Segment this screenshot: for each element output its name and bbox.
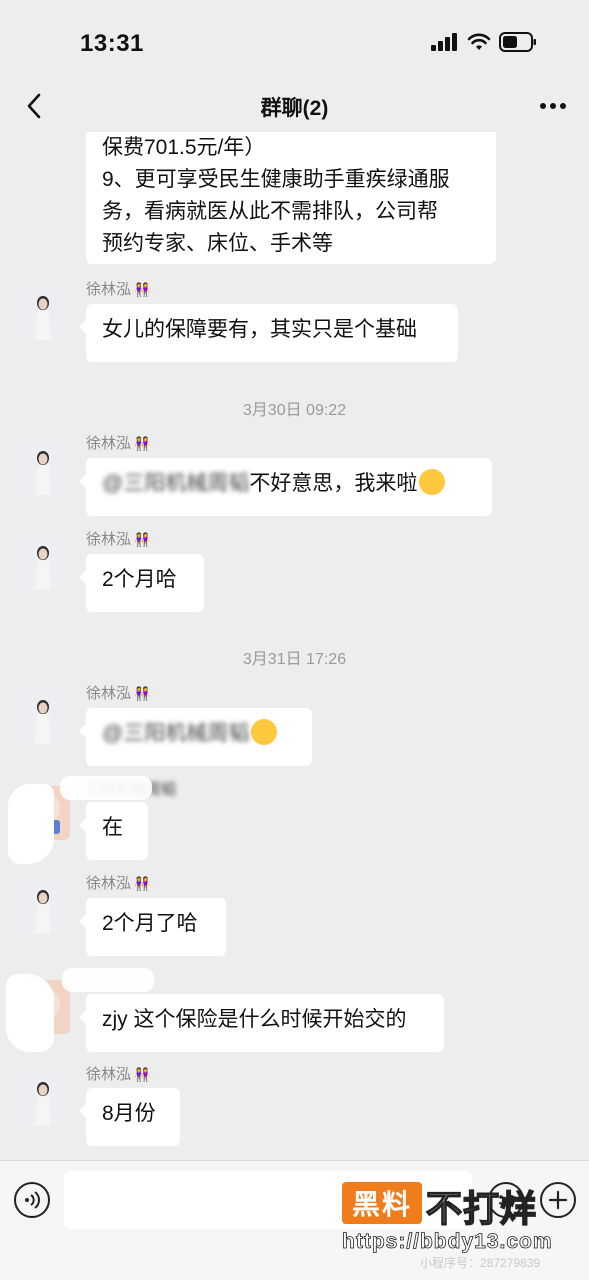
message-bubble[interactable]: 2个月哈 xyxy=(79,554,204,612)
avatar[interactable] xyxy=(16,880,70,934)
sender-name: 徐林泓 👭 xyxy=(86,530,150,550)
message-bubble[interactable]: 8月份 xyxy=(79,1088,180,1146)
watermark-logo: 黑料 xyxy=(342,1182,422,1224)
sender-name: 徐林泓 👭 xyxy=(86,874,150,894)
avatar[interactable] xyxy=(16,1072,70,1126)
message-text: 务，看病就医从此不需排队，公司帮 xyxy=(102,200,438,223)
sender-name-text: 徐林泓 xyxy=(86,281,132,298)
person-photo-icon xyxy=(16,536,70,590)
redaction-scribble xyxy=(8,784,54,864)
twins-emoji-icon: 👭 xyxy=(134,532,151,547)
sender-name-text: 徐林泓 xyxy=(86,435,132,452)
person-photo-icon xyxy=(16,690,70,744)
watermark-text: 不打烊 xyxy=(425,1187,538,1230)
message-bubble[interactable]: 保费701.5元/年） 9、更可享受民生健康助手重疾绿通服 务，看病就医从此不需… xyxy=(86,132,496,264)
sender-name: 徐林泓 👭 xyxy=(86,684,150,704)
redaction-patch xyxy=(60,776,152,800)
sender-name: 徐林泓 👭 xyxy=(86,1065,150,1085)
person-photo-icon xyxy=(16,1072,70,1126)
redaction-scribble xyxy=(6,974,54,1052)
message-text: 在 xyxy=(102,816,123,839)
timestamp: 3月31日 17:26 xyxy=(242,651,347,668)
timestamp: 3月30日 09:22 xyxy=(242,402,347,419)
status-bar: 13:31 xyxy=(0,0,589,80)
message-text: 8月份 xyxy=(102,1102,156,1125)
message-text: 保费701.5元/年） xyxy=(102,136,266,159)
mention-redacted: @三阳机械周韬 xyxy=(102,722,250,745)
redaction-patch xyxy=(62,968,154,992)
message-text: 2个月了哈 xyxy=(102,912,198,935)
sender-name: 徐林泓 👭 xyxy=(86,434,150,454)
battery-icon xyxy=(499,32,536,52)
message-text: 不好意思，我来啦 xyxy=(249,472,418,495)
twins-emoji-icon: 👭 xyxy=(134,686,151,701)
avatar[interactable] xyxy=(16,286,70,340)
avatar[interactable] xyxy=(16,441,70,495)
avatar[interactable] xyxy=(16,690,70,744)
chat-messages[interactable]: 保费701.5元/年） 9、更可享受民生健康助手重疾绿通服 务，看病就医从此不需… xyxy=(0,132,589,1160)
more-dots-icon xyxy=(540,103,566,109)
sender-name: 徐林泓 👭 xyxy=(86,280,150,300)
watermark-url: https://bbdy13.com xyxy=(342,1230,553,1254)
mention-redacted: @三阳机械周韬 xyxy=(102,472,250,495)
person-photo-icon xyxy=(16,880,70,934)
sender-name-text: 徐林泓 xyxy=(86,875,132,892)
message-bubble[interactable]: @三阳机械周韬不好意思，我来啦 xyxy=(79,458,492,516)
voice-button[interactable] xyxy=(14,1182,50,1218)
message-text: 2个月哈 xyxy=(102,568,177,591)
status-icons xyxy=(431,32,537,52)
message-bubble[interactable]: 在 xyxy=(79,802,148,860)
message-text: zjy 这个保险是什么时候开始交的 xyxy=(102,1008,407,1031)
signal-icon xyxy=(431,33,457,51)
sender-name-text: 徐林泓 xyxy=(86,531,132,548)
person-photo-icon xyxy=(16,286,70,340)
message-text: 女儿的保障要有，其实只是个基础 xyxy=(102,318,417,341)
twins-emoji-icon: 👭 xyxy=(134,876,151,891)
sender-name-text: 徐林泓 xyxy=(86,685,132,702)
message-bubble[interactable]: 2个月了哈 xyxy=(79,898,226,956)
plus-button[interactable] xyxy=(540,1182,576,1218)
sleepy-face-emoji-icon xyxy=(251,719,278,745)
twins-emoji-icon: 👭 xyxy=(134,436,151,451)
twins-emoji-icon: 👭 xyxy=(134,1067,151,1082)
wifi-icon xyxy=(467,33,491,50)
nav-bar: 群聊(2) xyxy=(0,80,589,132)
message-bubble[interactable]: 女儿的保障要有，其实只是个基础 xyxy=(79,304,458,362)
message-bubble[interactable]: @三阳机械周韬 xyxy=(79,708,312,766)
message-text: 9、更可享受民生健康助手重疾绿通服 xyxy=(102,168,450,191)
page-title: 群聊(2) xyxy=(260,97,329,120)
status-time: 13:31 xyxy=(80,30,144,57)
voice-icon xyxy=(25,1191,40,1209)
sleepy-face-emoji-icon xyxy=(419,469,446,495)
twins-emoji-icon: 👭 xyxy=(134,282,151,297)
watermark-faint-text: 小程序号：287279839 xyxy=(420,1256,541,1270)
sender-name-text: 徐林泓 xyxy=(86,1066,132,1083)
person-photo-icon xyxy=(16,441,70,495)
message-text: 预约专家、床位、手术等 xyxy=(102,232,333,255)
avatar[interactable] xyxy=(16,536,70,590)
plus-icon xyxy=(548,1190,568,1210)
more-button[interactable] xyxy=(533,86,573,126)
message-bubble[interactable]: zjy 这个保险是什么时候开始交的 xyxy=(79,994,444,1052)
